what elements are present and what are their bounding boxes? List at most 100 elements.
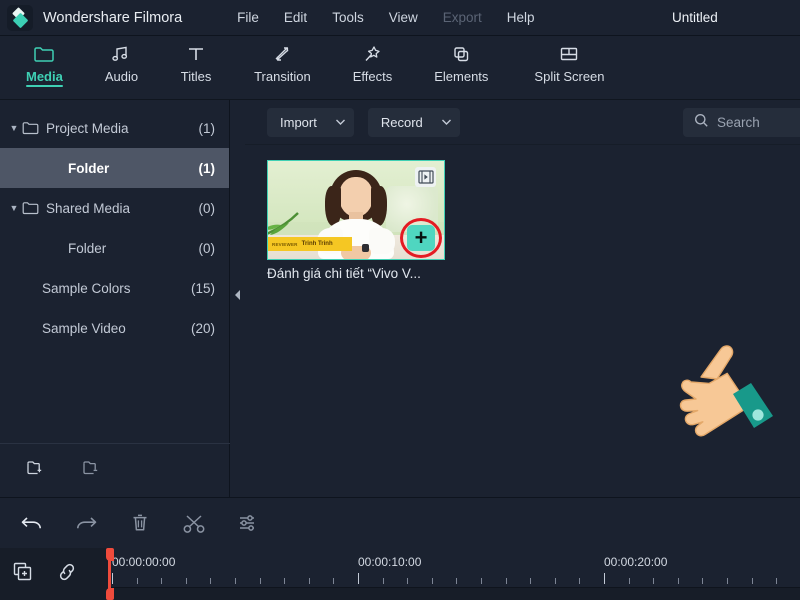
media-item[interactable]: REVIEWER Trinh Trinh +	[267, 160, 445, 281]
video-filmstrip-icon	[415, 167, 436, 187]
menu-item-help[interactable]: Help	[507, 10, 535, 25]
import-label: Import	[280, 115, 317, 130]
sidebar-item-folder-project[interactable]: Folder (1)	[0, 148, 229, 188]
ruler-tick	[432, 578, 433, 584]
tab-elements[interactable]: Elements	[422, 36, 500, 84]
sidebar-count: (20)	[191, 321, 215, 336]
tab-effects[interactable]: Effects	[341, 36, 405, 84]
banner-name: Trinh Trinh	[302, 241, 333, 247]
ruler-tick	[186, 578, 187, 584]
ruler-tick	[752, 578, 753, 584]
ruler-tick	[506, 578, 507, 584]
sidebar-item-sample-video[interactable]: Sample Video (20)	[0, 308, 229, 348]
ruler-tick	[555, 578, 556, 584]
ruler-tick	[383, 578, 384, 584]
chevron-down-icon[interactable]: ▼	[6, 123, 22, 133]
ruler-tick	[112, 573, 113, 584]
sidebar-count: (0)	[199, 201, 216, 216]
folder-icon	[22, 201, 42, 215]
timecode-label: 00:00:20:00	[604, 555, 667, 569]
document-title: Untitled	[672, 10, 718, 25]
scissors-icon[interactable]	[180, 509, 208, 537]
sliders-icon[interactable]	[234, 509, 262, 537]
banner-tag: REVIEWER	[272, 242, 298, 247]
ruler-tick	[604, 573, 605, 584]
tab-titles[interactable]: Titles	[168, 36, 224, 84]
folder-minus-icon[interactable]	[82, 459, 104, 482]
filmora-logo-icon	[7, 5, 33, 31]
timeline-tracks-area[interactable]	[108, 588, 800, 600]
sidebar-item-shared-media[interactable]: ▼ Shared Media (0)	[0, 188, 229, 228]
chevron-down-icon[interactable]: ▼	[6, 203, 22, 213]
ruler-tick	[284, 578, 285, 584]
ruler-tick	[678, 578, 679, 584]
menu-item-view[interactable]: View	[389, 10, 418, 25]
add-media-track-icon[interactable]	[12, 561, 34, 588]
tab-label-media: Media	[26, 69, 63, 84]
ruler-tick	[333, 578, 334, 584]
playhead-handle-top[interactable]	[106, 548, 114, 561]
record-button[interactable]: Record	[368, 108, 460, 137]
ruler-tick	[137, 578, 138, 584]
ruler-tick	[629, 578, 630, 584]
playhead-handle-bottom[interactable]	[106, 588, 114, 600]
tab-label-transition: Transition	[254, 69, 311, 84]
sidebar-item-sample-colors[interactable]: Sample Colors (15)	[0, 268, 229, 308]
sidebar-item-folder-shared[interactable]: Folder (0)	[0, 228, 229, 268]
filmora-window: Wondershare Filmora File Edit Tools View…	[0, 0, 800, 600]
plant-decoration	[267, 205, 310, 239]
media-thumbnail[interactable]: REVIEWER Trinh Trinh +	[267, 160, 445, 260]
timeline-panel: 00:00:00:00 00:00:10:00 00:00:20:00	[0, 548, 800, 600]
ruler-tick	[530, 578, 531, 584]
ruler-tick	[579, 578, 580, 584]
import-button[interactable]: Import	[267, 108, 354, 137]
media-library-sidebar: ▼ Project Media (1) Folder (1) ▼ Shared …	[0, 100, 230, 497]
sidebar-item-project-media[interactable]: ▼ Project Media (1)	[0, 108, 229, 148]
search-icon	[694, 113, 709, 133]
tab-media[interactable]: Media	[14, 36, 75, 84]
tab-label-effects: Effects	[353, 69, 393, 84]
text-t-icon	[185, 43, 207, 65]
redo-arrow-icon[interactable]	[72, 509, 100, 537]
timecode-label: 00:00:00:00	[112, 555, 175, 569]
link-chain-icon[interactable]	[56, 561, 78, 588]
folder-plus-icon[interactable]	[26, 459, 48, 482]
record-label: Record	[381, 115, 423, 130]
media-toolbar: Import Record Search	[245, 100, 800, 145]
folder-icon	[33, 43, 55, 65]
timeline-ruler[interactable]: 00:00:00:00 00:00:10:00 00:00:20:00	[108, 548, 800, 588]
tab-transition[interactable]: Transition	[242, 36, 323, 84]
ruler-tick	[210, 578, 211, 584]
folder-icon	[22, 121, 42, 135]
trash-icon[interactable]	[126, 509, 154, 537]
ruler-tick	[456, 578, 457, 584]
tab-audio[interactable]: Audio	[93, 36, 150, 84]
split-screen-layout-icon	[558, 43, 580, 65]
chevron-down-icon[interactable]	[441, 113, 452, 131]
music-note-icon	[110, 43, 132, 65]
menu-item-tools[interactable]: Tools	[332, 10, 364, 25]
chevron-down-icon[interactable]	[335, 113, 346, 131]
ruler-tick	[358, 573, 359, 584]
sidebar-label: Shared Media	[42, 201, 199, 216]
search-input[interactable]: Search	[683, 108, 800, 137]
ruler-tick	[653, 578, 654, 584]
ruler-tick	[161, 578, 162, 584]
sidebar-label: Project Media	[42, 121, 199, 136]
menu-item-file[interactable]: File	[237, 10, 259, 25]
sidebar-label: Sample Video	[42, 321, 191, 336]
tab-split-screen[interactable]: Split Screen	[522, 36, 616, 84]
undo-arrow-icon[interactable]	[18, 509, 46, 537]
magic-wand-icon	[361, 43, 383, 65]
sidebar-footer	[0, 443, 230, 497]
transition-arrows-icon	[271, 43, 293, 65]
panel-collapse-handle[interactable]	[231, 286, 244, 308]
thumbnail-banner: REVIEWER Trinh Trinh	[268, 237, 352, 251]
tab-label-titles: Titles	[181, 69, 212, 84]
menu-item-edit[interactable]: Edit	[284, 10, 307, 25]
sidebar-label: Folder	[42, 161, 199, 176]
sidebar-label: Folder	[42, 241, 199, 256]
media-panel: Import Record Search	[245, 100, 800, 497]
ruler-tick	[309, 578, 310, 584]
search-placeholder: Search	[717, 115, 760, 130]
